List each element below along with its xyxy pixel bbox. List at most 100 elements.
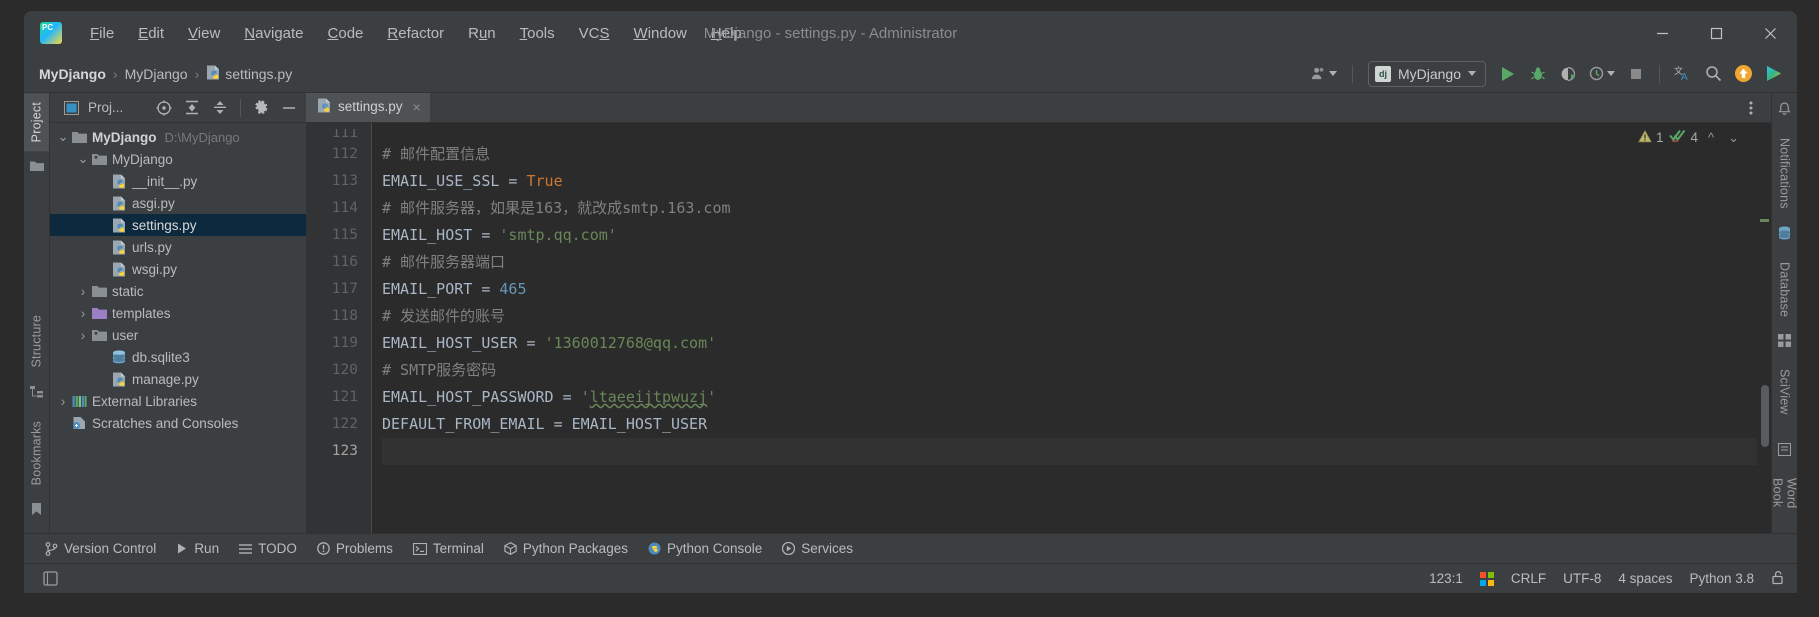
code-line[interactable]: # 邮件服务器端口 — [382, 249, 1771, 276]
chevron-right-icon[interactable]: › — [76, 306, 90, 321]
menu-item-view[interactable]: View — [176, 21, 232, 46]
problems-icon — [316, 542, 330, 555]
tree-node-settings-py[interactable]: settings.py — [50, 214, 306, 236]
previous-problem-icon[interactable]: ^ — [1704, 130, 1718, 145]
code-line[interactable]: # 邮件服务器，如果是163，就改成smtp.163.com — [382, 195, 1771, 222]
account-icon[interactable] — [1305, 61, 1343, 87]
tree-node-manage-py[interactable]: manage.py — [50, 368, 306, 390]
chevron-down-icon[interactable]: ⌄ — [56, 129, 70, 145]
menu-item-navigate[interactable]: Navigate — [232, 21, 315, 46]
indent-setting[interactable]: 4 spaces — [1618, 571, 1672, 586]
caret-position[interactable]: 123:1 — [1429, 571, 1463, 586]
scroll-from-source-icon[interactable] — [153, 97, 175, 119]
breadcrumb-item-2[interactable]: settings.py — [203, 63, 295, 85]
tool-window-python-packages[interactable]: Python Packages — [495, 538, 637, 559]
tool-window-python-console[interactable]: Python Console — [639, 538, 771, 559]
tree-node-scratches-and-consoles[interactable]: Scratches and Consoles — [50, 412, 306, 434]
code-line[interactable]: EMAIL_HOST_PASSWORD = 'ltaeeijtpwuzj' — [382, 384, 1771, 411]
run-with-coverage-button[interactable] — [1554, 61, 1582, 87]
sidebar-item-word-book[interactable]: Word Book — [1771, 469, 1798, 533]
code-line[interactable]: EMAIL_HOST_USER = '1360012768@qq.com' — [382, 330, 1771, 357]
line-separator[interactable]: CRLF — [1511, 571, 1546, 586]
project-tree[interactable]: ⌄ MyDjango D:\MyDjango ⌄ MyDjango __init__.py… — [50, 123, 306, 533]
expand-all-icon[interactable] — [181, 97, 203, 119]
hide-panel-icon[interactable] — [278, 97, 300, 119]
sidebar-item-notifications[interactable]: Notifications — [1772, 129, 1797, 218]
chevron-right-icon[interactable]: › — [56, 394, 70, 409]
menu-item-refactor[interactable]: Refactor — [375, 21, 456, 46]
tree-node-wsgi-py[interactable]: wsgi.py — [50, 258, 306, 280]
menu-item-code[interactable]: Code — [316, 21, 376, 46]
tool-window-todo[interactable]: TODO — [230, 538, 306, 559]
close-button[interactable] — [1743, 11, 1797, 55]
tree-node-mydjango[interactable]: ⌄ MyDjango D:\MyDjango — [50, 126, 306, 148]
tool-window-problems[interactable]: Problems — [308, 538, 402, 559]
search-icon[interactable] — [1699, 61, 1727, 87]
profile-button[interactable] — [1584, 61, 1620, 87]
code-line[interactable]: EMAIL_HOST = 'smtp.qq.com' — [382, 222, 1771, 249]
code-editor[interactable]: 111 112 113 114 115 116 117 118 119 120 121 122 123 … — [306, 123, 1771, 533]
tree-node-mydjango[interactable]: ⌄ MyDjango — [50, 148, 306, 170]
menu-item-run[interactable]: Run — [456, 21, 508, 46]
unlocked-icon[interactable] — [1771, 570, 1785, 588]
tree-node-external-libraries[interactable]: › External Libraries — [50, 390, 306, 412]
tree-node-templates[interactable]: › templates — [50, 302, 306, 324]
maximize-button[interactable] — [1689, 11, 1743, 55]
tool-window-version-control[interactable]: Version Control — [36, 538, 165, 559]
menu-item-file[interactable]: File — [78, 21, 126, 46]
tree-node-db-sqlite3[interactable]: db.sqlite3 — [50, 346, 306, 368]
code-content[interactable]: # 邮件配置信息 EMAIL_USE_SSL = True # 邮件服务器，如果是1… — [372, 123, 1771, 533]
breadcrumb-item-1[interactable]: MyDjango — [122, 64, 191, 84]
python-interpreter[interactable]: Python 3.8 — [1689, 571, 1754, 586]
menu-item-edit[interactable]: Edit — [126, 21, 176, 46]
close-icon[interactable]: × — [413, 99, 421, 115]
tree-node-urls-py[interactable]: urls.py — [50, 236, 306, 258]
collapse-all-icon[interactable] — [209, 97, 231, 119]
code-line[interactable]: EMAIL_PORT = 465 — [382, 276, 1771, 303]
scrollbar-thumb[interactable] — [1761, 385, 1769, 447]
tree-node-static[interactable]: › static — [50, 280, 306, 302]
more-options-icon[interactable] — [1737, 95, 1765, 121]
debug-button[interactable] — [1524, 61, 1552, 87]
menu-item-window[interactable]: Window — [622, 21, 699, 46]
sidebar-item-project[interactable]: Project — [24, 93, 49, 152]
code-line[interactable]: # 邮件配置信息 — [382, 141, 1771, 168]
code-line[interactable]: DEFAULT_FROM_EMAIL = EMAIL_HOST_USER — [382, 411, 1771, 438]
inspection-widget[interactable]: 1 4 ^ ⌄ — [1638, 129, 1743, 146]
sidebar-item-bookmarks[interactable]: Bookmarks — [24, 412, 49, 494]
chevron-down-icon[interactable]: ⌄ — [76, 151, 90, 167]
stop-button[interactable] — [1622, 61, 1650, 87]
run-button[interactable] — [1494, 61, 1522, 87]
media-play-icon[interactable] — [1759, 61, 1787, 87]
chevron-right-icon[interactable]: › — [76, 284, 90, 299]
sidebar-item-structure[interactable]: Structure — [24, 306, 49, 377]
tree-node-asgi-py[interactable]: asgi.py — [50, 192, 306, 214]
tool-window-terminal[interactable]: Terminal — [404, 538, 493, 559]
menu-item-tools[interactable]: Tools — [508, 21, 567, 46]
run-configuration-selector[interactable]: dj MyDjango — [1367, 60, 1486, 87]
chevron-right-icon[interactable]: › — [76, 328, 90, 343]
file-encoding[interactable]: UTF-8 — [1563, 571, 1601, 586]
sidebar-item-database[interactable]: Database — [1772, 253, 1797, 326]
editor-scrollbar[interactable] — [1757, 123, 1771, 533]
menu-item-help[interactable]: Help — [699, 21, 754, 46]
code-line[interactable]: # 发送邮件的账号 — [382, 303, 1771, 330]
settings-gear-icon[interactable] — [250, 97, 272, 119]
editor-tab-settings-py[interactable]: settings.py × — [306, 93, 430, 122]
sidebar-item-sciview[interactable]: SciView — [1772, 360, 1797, 424]
event-log-icon[interactable] — [36, 566, 64, 592]
code-line[interactable]: EMAIL_USE_SSL = True — [382, 168, 1771, 195]
breadcrumb-item-0[interactable]: MyDjango — [36, 64, 109, 84]
menu-item-vcs[interactable]: VCS — [567, 21, 622, 46]
code-line[interactable]: # SMTP服务密码 — [382, 357, 1771, 384]
translate-icon[interactable]: 文 A — [1669, 61, 1697, 87]
next-problem-icon[interactable]: ⌄ — [1724, 130, 1743, 146]
update-arrow-icon[interactable] — [1729, 61, 1757, 87]
tree-node--init-py[interactable]: __init__.py — [50, 170, 306, 192]
code-line[interactable] — [382, 438, 1771, 465]
code-line[interactable] — [382, 129, 1771, 141]
tool-window-services[interactable]: Services — [773, 538, 862, 559]
minimize-button[interactable] — [1635, 11, 1689, 55]
tree-node-user[interactable]: › user — [50, 324, 306, 346]
tool-window-run[interactable]: Run — [167, 538, 228, 559]
